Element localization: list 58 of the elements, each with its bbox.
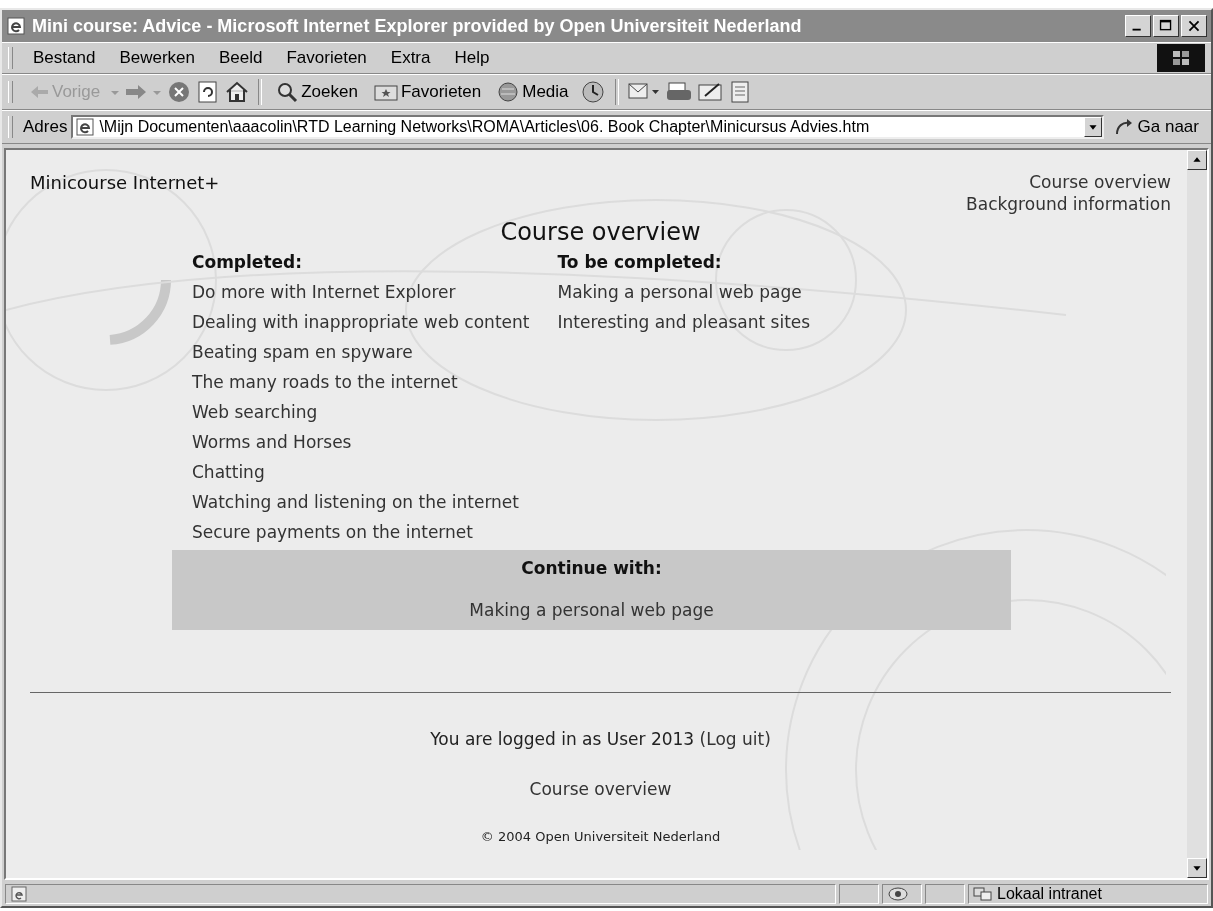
course-link[interactable]: Beating spam en spyware <box>192 342 530 362</box>
maximize-button[interactable] <box>1153 15 1179 37</box>
scroll-down-icon[interactable] <box>1187 858 1207 878</box>
zone-text: Lokaal intranet <box>997 885 1102 903</box>
media-button[interactable]: Media <box>491 79 575 105</box>
site-title: Minicourse Internet+ <box>30 172 220 193</box>
globe-icon <box>497 81 520 103</box>
menu-item[interactable]: Favorieten <box>276 46 377 70</box>
intranet-icon <box>973 886 993 902</box>
status-bar-panel <box>925 884 965 904</box>
column-heading: Completed: <box>192 252 304 272</box>
page-heading: Course overview <box>499 218 702 246</box>
nav-link[interactable]: Course overview <box>1029 172 1171 192</box>
windows-logo-icon <box>1157 44 1205 72</box>
course-link[interactable]: Interesting and pleasant sites <box>557 312 811 332</box>
vertical-scrollbar[interactable] <box>1187 150 1207 878</box>
course-link[interactable]: The many roads to the internet <box>192 372 530 392</box>
go-button[interactable]: Ga naar <box>1107 117 1205 137</box>
address-label: Adres <box>23 117 68 137</box>
menu-item[interactable]: Bestand <box>23 46 106 70</box>
continue-link[interactable]: Making a personal web page <box>469 600 714 620</box>
security-icon <box>887 886 909 902</box>
edit-icon[interactable] <box>696 80 725 104</box>
course-link[interactable]: Making a personal web page <box>557 282 811 302</box>
window-title: Mini course: Advice - Microsoft Internet Explorer provided by Open Universiteit Nederland <box>32 15 803 37</box>
status-bar-panel <box>839 884 879 904</box>
nav-link[interactable]: Background information <box>966 194 1171 214</box>
continue-heading: Continue with: <box>521 558 662 578</box>
menu-item[interactable]: Beeld <box>209 46 273 70</box>
course-link[interactable]: Do more with Internet Explorer <box>192 282 530 302</box>
address-field[interactable]: \Mijn Documenten\aaacolin\RTD Learning Networks\ROMA\Articles\06. Book Chapter\Minicursus Advies.htm <box>71 115 1104 139</box>
menu-item[interactable]: Bewerken <box>109 46 205 70</box>
search-icon <box>276 81 299 103</box>
course-link[interactable]: Web searching <box>192 402 530 422</box>
back-arrow-icon <box>29 85 49 99</box>
browser-page-icon <box>6 16 26 36</box>
search-button[interactable]: Zoeken <box>270 79 364 105</box>
scroll-up-icon[interactable] <box>1187 150 1207 170</box>
star-folder-icon <box>373 82 398 102</box>
menu-item[interactable]: Extra <box>380 46 441 70</box>
copyright-text: © 2004 Open Universiteit Nederland <box>480 829 721 844</box>
curved-arrow-icon <box>1113 117 1134 137</box>
course-link[interactable]: Secure payments on the internet <box>192 522 530 542</box>
document-icon[interactable] <box>728 80 751 104</box>
course-link[interactable]: Watching and listening on the internet <box>192 492 530 512</box>
course-link[interactable]: Chatting <box>192 462 530 482</box>
course-link[interactable]: Worms and Horses <box>192 432 530 452</box>
browser-page-icon <box>75 117 96 137</box>
favorites-button[interactable]: Favorieten <box>367 80 488 104</box>
column-heading: To be completed: <box>557 252 723 272</box>
page-status-icon <box>10 885 28 903</box>
footer-link[interactable]: Course overview <box>529 779 672 799</box>
menu-item[interactable]: Help <box>444 46 500 70</box>
course-link[interactable]: Dealing with inappropriate web content <box>192 312 530 332</box>
logout-link[interactable]: (Log uit) <box>699 729 771 749</box>
minimize-button[interactable] <box>1125 15 1151 37</box>
close-button[interactable] <box>1181 15 1207 37</box>
login-status-text: You are logged in as User 2013 (Log uit) <box>430 729 771 749</box>
